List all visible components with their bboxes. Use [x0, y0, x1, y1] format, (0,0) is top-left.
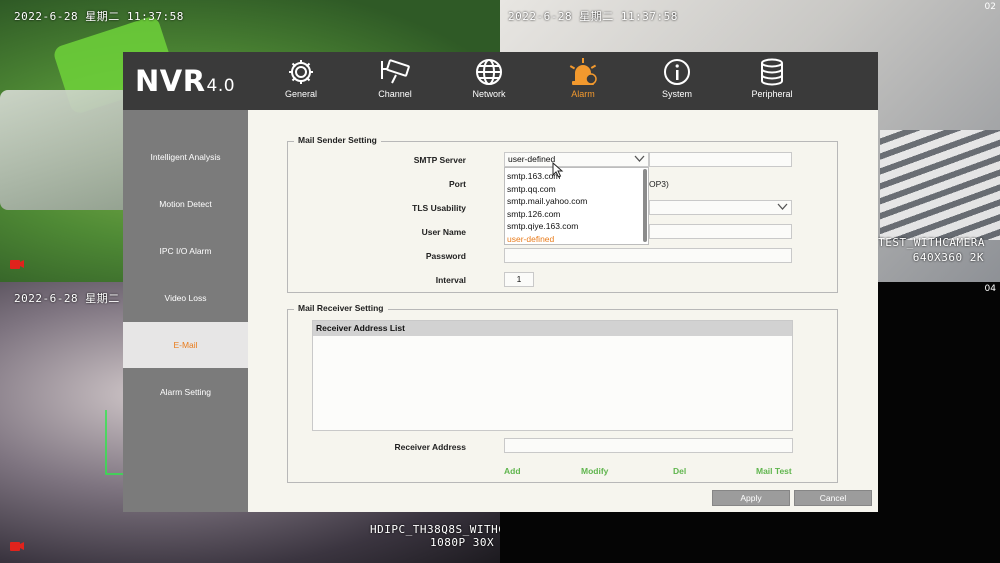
sidebar-item-email[interactable]: E-Mail: [123, 322, 248, 368]
alarm-icon: [569, 58, 597, 85]
camera-resolution: 640X360 2K: [912, 251, 984, 264]
top-navigation-bar: NVR4.0 General Channel Network Alarm Sys…: [123, 52, 878, 110]
sidebar-item-video-loss[interactable]: Video Loss: [123, 275, 248, 321]
nav-label: General: [284, 89, 318, 99]
apply-button[interactable]: Apply: [712, 490, 790, 506]
sidebar-item-motion-detect[interactable]: Motion Detect: [123, 181, 248, 227]
nav-label: Peripheral: [751, 89, 793, 99]
chevron-down-icon: [777, 203, 788, 210]
group-title: Mail Receiver Setting: [294, 303, 388, 313]
camera-icon: [381, 59, 410, 84]
camera-caption: HDIPC_TH38Q8S_WITHC: [370, 523, 500, 536]
gear-icon: [289, 60, 313, 84]
smtp-server-label: SMTP Server: [413, 155, 466, 165]
camera-caption: D_TEST_WITHCAMERA: [863, 236, 985, 249]
chevron-down-icon: [634, 155, 645, 162]
smtp-option[interactable]: smtp.126.com: [507, 209, 560, 219]
port-hint: OP3): [649, 179, 669, 189]
tls-usability-select[interactable]: [649, 200, 792, 215]
password-label: Password: [425, 251, 466, 261]
group-title: Mail Sender Setting: [294, 135, 381, 145]
smtp-server-select[interactable]: user-defined: [504, 152, 649, 167]
user-name-input[interactable]: [649, 224, 792, 239]
del-link[interactable]: Del: [673, 466, 686, 476]
osd-timestamp: 2022-6-28 星期二 11:37:58: [14, 10, 184, 23]
database-icon: [761, 58, 783, 86]
list-header: Receiver Address List: [313, 321, 792, 336]
camera-resolution: 1080P 30X: [430, 536, 495, 549]
nav-peripheral[interactable]: Peripheral: [732, 54, 812, 110]
nav-label: Channel: [378, 89, 412, 99]
password-input[interactable]: [504, 248, 792, 263]
record-icon: [10, 542, 24, 551]
receiver-address-label: Receiver Address: [394, 442, 466, 452]
channel-number: 02: [984, 2, 996, 12]
mail-receiver-group: Mail Receiver Setting Receiver Address L…: [287, 303, 838, 483]
interval-input[interactable]: 1: [504, 272, 534, 287]
nav-label: Alarm: [571, 89, 595, 99]
nvr-settings-window: NVR4.0 General Channel Network Alarm Sys…: [123, 52, 878, 512]
info-icon: [664, 59, 690, 85]
alarm-sidebar: Intelligent Analysis Motion Detect IPC I…: [123, 110, 248, 512]
smtp-option[interactable]: smtp.qiye.163.com: [507, 221, 578, 231]
sidebar-item-intelligent-analysis[interactable]: Intelligent Analysis: [123, 134, 248, 180]
osd-timestamp: 2022-6-28 星期二: [14, 292, 120, 305]
mouse-cursor-icon: [552, 162, 564, 178]
modify-link[interactable]: Modify: [581, 466, 608, 476]
nav-label: Network: [472, 89, 506, 99]
sidebar-item-alarm-setting[interactable]: Alarm Setting: [123, 369, 248, 415]
smtp-option[interactable]: smtp.mail.yahoo.com: [507, 196, 587, 206]
channel-number: 04: [984, 284, 996, 294]
nav-network[interactable]: Network: [449, 54, 529, 110]
interval-label: Interval: [435, 275, 466, 285]
globe-icon: [476, 59, 502, 85]
nav-label: System: [661, 89, 692, 99]
cancel-button[interactable]: Cancel: [794, 490, 872, 506]
user-name-label: User Name: [421, 227, 466, 237]
nav-general[interactable]: General: [261, 54, 341, 110]
mail-test-link[interactable]: Mail Test: [756, 466, 792, 476]
port-label: Port: [449, 179, 466, 189]
nav-alarm[interactable]: Alarm: [543, 54, 623, 110]
smtp-server-options: smtp.163.com smtp.qq.com smtp.mail.yahoo…: [504, 167, 649, 245]
dropdown-scrollbar[interactable]: [643, 169, 647, 242]
smtp-option-selected[interactable]: user-defined: [507, 234, 554, 244]
nvr-logo: NVR4.0: [135, 64, 236, 98]
tls-usability-label: TLS Usability: [412, 203, 466, 213]
nav-channel[interactable]: Channel: [355, 54, 435, 110]
sidebar-item-ipc-io-alarm[interactable]: IPC I/O Alarm: [123, 228, 248, 274]
osd-timestamp: 2022-6-28 星期二 11:37:58: [508, 10, 678, 23]
add-link[interactable]: Add: [504, 466, 521, 476]
receiver-address-input[interactable]: [504, 438, 793, 453]
record-icon: [10, 260, 24, 269]
receiver-address-list[interactable]: Receiver Address List: [312, 320, 793, 431]
smtp-custom-input[interactable]: [649, 152, 792, 167]
nav-system[interactable]: System: [637, 54, 717, 110]
smtp-option[interactable]: smtp.qq.com: [507, 184, 556, 194]
